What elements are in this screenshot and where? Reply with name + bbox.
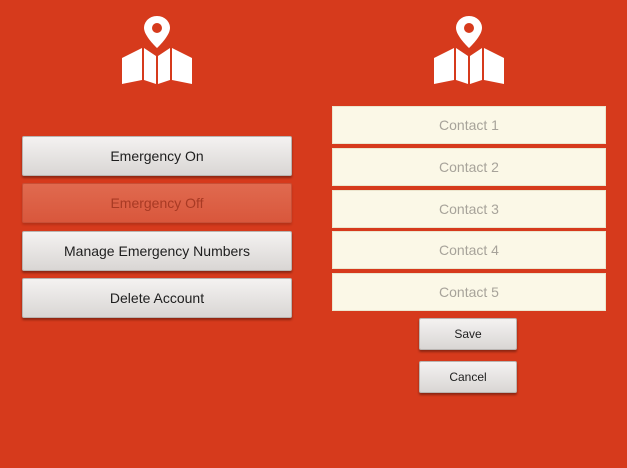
- emergency-off-button: Emergency Off: [22, 183, 292, 223]
- map-pin-icon: [432, 14, 506, 84]
- contact-4-field-wrapper: [332, 231, 606, 269]
- save-button[interactable]: Save: [419, 318, 517, 350]
- map-pin-icon: [120, 14, 194, 84]
- contact-3-input[interactable]: [333, 190, 605, 228]
- contact-1-input[interactable]: [333, 106, 605, 144]
- contact-2-field-wrapper: [332, 148, 606, 186]
- contact-2-input[interactable]: [333, 148, 605, 186]
- contact-4-input[interactable]: [333, 231, 605, 269]
- cancel-button[interactable]: Cancel: [419, 361, 517, 393]
- contact-5-field-wrapper: [332, 273, 606, 311]
- manage-emergency-numbers-button[interactable]: Manage Emergency Numbers: [22, 231, 292, 271]
- contact-3-field-wrapper: [332, 190, 606, 228]
- delete-account-button[interactable]: Delete Account: [22, 278, 292, 318]
- emergency-on-button[interactable]: Emergency On: [22, 136, 292, 176]
- contact-1-field-wrapper: [332, 106, 606, 144]
- contact-5-input[interactable]: [333, 273, 605, 311]
